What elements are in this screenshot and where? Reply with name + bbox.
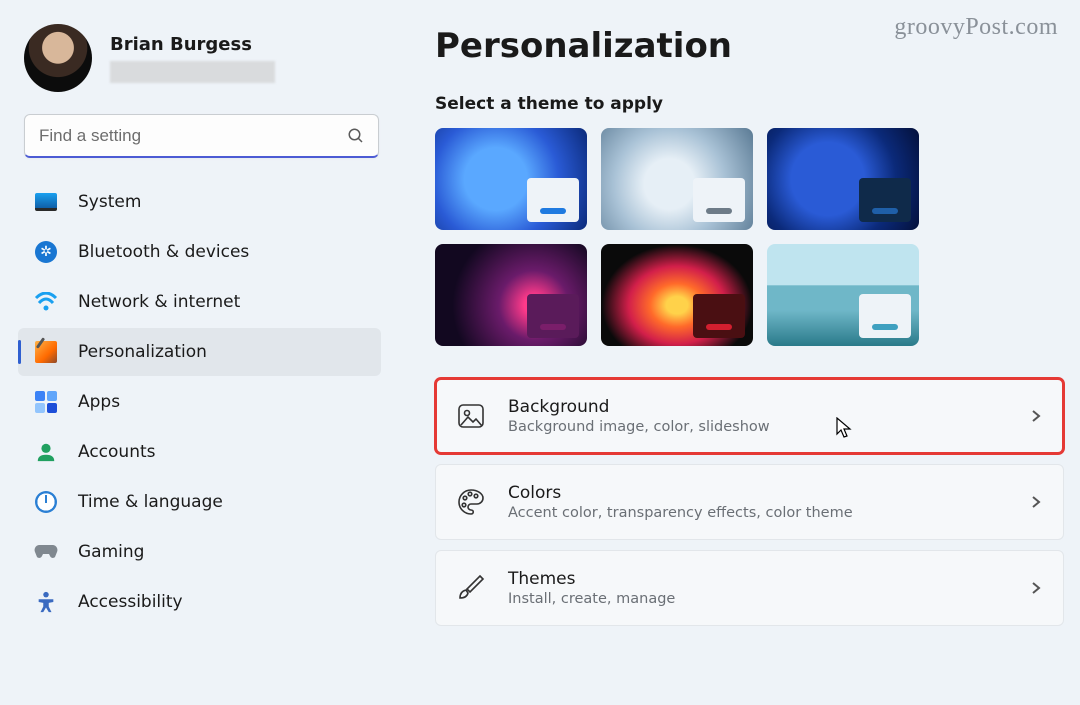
chevron-right-icon [1029, 495, 1043, 509]
nav-label: Accounts [78, 442, 156, 462]
bluetooth-icon: ✲ [34, 240, 58, 264]
nav-apps[interactable]: Apps [18, 378, 381, 426]
setting-desc: Install, create, manage [508, 591, 1007, 607]
profile-block[interactable]: Brian Burgess [18, 18, 385, 110]
nav-time-language[interactable]: Time & language [18, 478, 381, 526]
theme-preview-inset [693, 294, 745, 338]
paintbrush-icon [34, 340, 58, 364]
nav-label: Apps [78, 392, 120, 412]
nav-personalization[interactable]: Personalization [18, 328, 381, 376]
theme-preview-inset [527, 294, 579, 338]
setting-desc: Accent color, transparency effects, colo… [508, 505, 1007, 521]
nav-accounts[interactable]: Accounts [18, 428, 381, 476]
system-icon [34, 190, 58, 214]
nav-accessibility[interactable]: Accessibility [18, 578, 381, 626]
gamepad-icon [34, 540, 58, 564]
search-container [24, 114, 379, 158]
theme-tile-1[interactable] [435, 128, 587, 230]
nav-list: System ✲ Bluetooth & devices Network & i… [18, 178, 385, 626]
setting-themes[interactable]: Themes Install, create, manage [435, 550, 1064, 626]
nav-label: Time & language [78, 492, 223, 512]
wifi-icon [34, 290, 58, 314]
theme-tile-5[interactable] [601, 244, 753, 346]
setting-title: Background [508, 397, 1007, 417]
apps-icon [34, 390, 58, 414]
picture-icon [456, 401, 486, 431]
nav-network[interactable]: Network & internet [18, 278, 381, 326]
settings-list: Background Background image, color, slid… [435, 378, 1066, 626]
theme-tile-3[interactable] [767, 128, 919, 230]
chevron-right-icon [1029, 581, 1043, 595]
setting-colors[interactable]: Colors Accent color, transparency effect… [435, 464, 1064, 540]
theme-tile-6[interactable] [767, 244, 919, 346]
sidebar: Brian Burgess System ✲ Bluetooth & devic… [0, 0, 395, 705]
nav-label: Bluetooth & devices [78, 242, 249, 262]
theme-preview-inset [859, 294, 911, 338]
profile-email-redacted [110, 61, 275, 83]
theme-grid [435, 128, 1066, 346]
nav-label: Gaming [78, 542, 144, 562]
setting-desc: Background image, color, slideshow [508, 419, 1007, 435]
search-icon [347, 127, 365, 145]
theme-tile-4[interactable] [435, 244, 587, 346]
nav-system[interactable]: System [18, 178, 381, 226]
setting-title: Themes [508, 569, 1007, 589]
nav-label: Personalization [78, 342, 207, 362]
nav-gaming[interactable]: Gaming [18, 528, 381, 576]
setting-background[interactable]: Background Background image, color, slid… [435, 378, 1064, 454]
theme-preview-inset [859, 178, 911, 222]
theme-preview-inset [527, 178, 579, 222]
accessibility-icon [34, 590, 58, 614]
theme-preview-inset [693, 178, 745, 222]
nav-bluetooth[interactable]: ✲ Bluetooth & devices [18, 228, 381, 276]
nav-label: Network & internet [78, 292, 240, 312]
main-content: Personalization Select a theme to apply … [395, 0, 1080, 705]
watermark: groovyPost.com [894, 14, 1058, 41]
nav-label: System [78, 192, 141, 212]
person-icon [34, 440, 58, 464]
theme-tile-2[interactable] [601, 128, 753, 230]
nav-label: Accessibility [78, 592, 183, 612]
palette-icon [456, 487, 486, 517]
setting-title: Colors [508, 483, 1007, 503]
brush-icon [456, 573, 486, 603]
globe-clock-icon [34, 490, 58, 514]
avatar [24, 24, 92, 92]
theme-section-label: Select a theme to apply [435, 94, 1066, 114]
search-input[interactable] [24, 114, 379, 158]
profile-name: Brian Burgess [110, 34, 275, 55]
chevron-right-icon [1029, 409, 1043, 423]
